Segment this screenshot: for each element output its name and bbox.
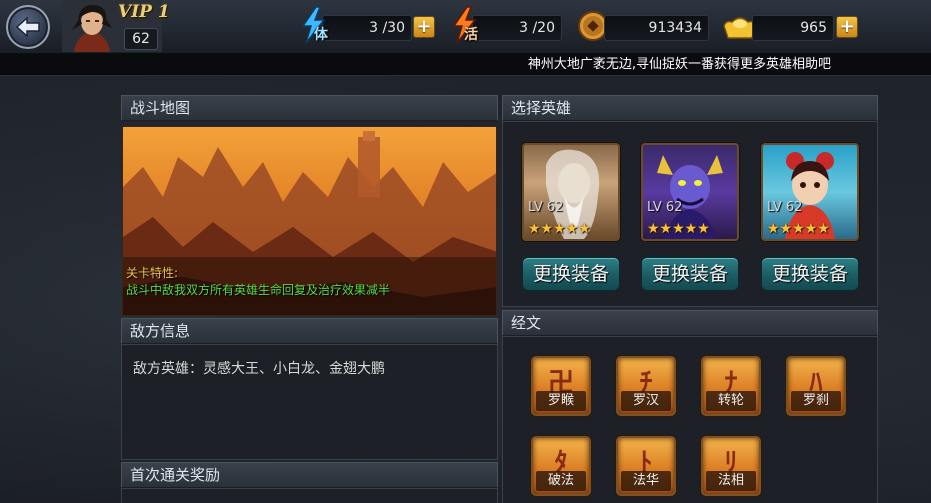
add-ingots-button[interactable]: + <box>836 16 858 38</box>
hero-card-1[interactable]: LV 62 ★★★★★ <box>522 143 620 241</box>
stamina-label: 体 <box>314 27 328 43</box>
scripture-item[interactable]: ﾅ 转轮 <box>701 356 761 416</box>
scripture-item[interactable]: ﾊ 罗刹 <box>786 356 846 416</box>
change-equipment-button-2[interactable]: 更换装备 <box>641 257 739 291</box>
scripture-item[interactable]: 卍 罗睺 <box>531 356 591 416</box>
first-clear-reward-body <box>121 488 498 503</box>
scripture-item[interactable]: ﾀ 破法 <box>531 436 591 496</box>
scripture-label: 破法 <box>536 471 586 491</box>
scripture-label: 罗汉 <box>621 391 671 411</box>
vip-label: VIP 1 <box>118 2 170 22</box>
vitality-value: 3 /20 <box>472 15 562 41</box>
hero-level: LV 62 <box>528 200 564 215</box>
ingots-value: 965 <box>752 15 834 41</box>
hero-card-3[interactable]: LV 62 ★★★★★ <box>761 143 859 241</box>
hero-level: LV 62 <box>647 200 683 215</box>
hero-stars: ★★★★★ <box>647 221 710 237</box>
enemy-info-header: 敌方信息 <box>121 318 498 344</box>
back-button[interactable] <box>6 5 50 49</box>
change-equipment-button-3[interactable]: 更换装备 <box>761 257 859 291</box>
announcement-ticker: 神州大地广袤无边,寻仙捉妖一番获得更多英雄相助吧 <box>0 54 931 76</box>
top-bar: VIP 1 62 3 /30 体 + 3 /20 活 913434 965 + <box>0 0 931 54</box>
add-stamina-button[interactable]: + <box>413 16 435 38</box>
scripture-item[interactable]: ﾘ 法相 <box>701 436 761 496</box>
first-clear-reward-header: 首次通关奖励 <box>121 462 498 488</box>
coins-value: 913434 <box>604 15 709 41</box>
scripture-label: 罗刹 <box>791 391 841 411</box>
hero-stars: ★★★★★ <box>767 221 830 237</box>
scripture-item[interactable]: ﾁ 罗汉 <box>616 356 676 416</box>
change-equipment-button-1[interactable]: 更换装备 <box>522 257 620 291</box>
game-screen: VIP 1 62 3 /30 体 + 3 /20 活 913434 965 + … <box>0 0 931 503</box>
scriptures-header: 经文 <box>502 310 878 336</box>
select-hero-header: 选择英雄 <box>502 95 878 121</box>
battle-map-header: 战斗地图 <box>121 95 498 121</box>
scripture-label: 法相 <box>706 471 756 491</box>
vitality-label: 活 <box>464 27 478 43</box>
stage-feature-title: 关卡特性: <box>126 266 179 280</box>
hero-stars: ★★★★★ <box>528 221 591 237</box>
stage-feature-text: 战斗中敌我双方所有英雄生命回复及治疗效果减半 <box>126 283 391 297</box>
hero-card-2[interactable]: LV 62 ★★★★★ <box>641 143 739 241</box>
scripture-label: 转轮 <box>706 391 756 411</box>
scripture-item[interactable]: ﾄ 法华 <box>616 436 676 496</box>
hero-level: LV 62 <box>767 200 803 215</box>
scripture-label: 罗睺 <box>536 391 586 411</box>
back-arrow-icon <box>15 16 40 38</box>
enemy-heroes-text: 敌方英雄：灵感大王、小白龙、金翅大鹏 <box>133 361 385 377</box>
player-level-badge: 62 <box>124 28 158 50</box>
scripture-label: 法华 <box>621 471 671 491</box>
stamina-value: 3 /30 <box>322 15 412 41</box>
